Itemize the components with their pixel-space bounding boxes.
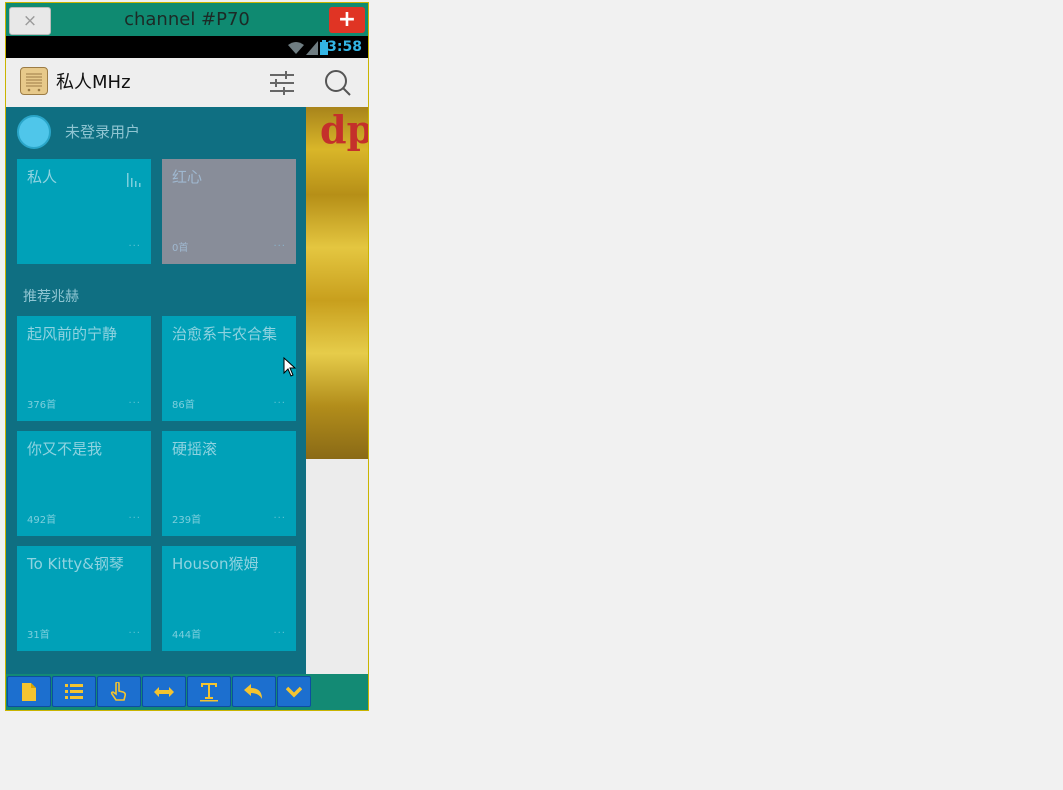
chevron-down-icon [286, 686, 302, 697]
channel-tile-private[interactable]: 私人 ··· [17, 159, 151, 264]
tile-title: Houson猴姆 [172, 555, 259, 573]
expand-button[interactable] [277, 676, 311, 707]
add-button[interactable]: + [329, 7, 365, 33]
status-time: 3:58 [327, 39, 362, 55]
signal-icon [306, 41, 318, 55]
more-icon[interactable]: ··· [128, 398, 141, 409]
more-icon[interactable]: ··· [273, 628, 286, 639]
tile-title: 治愈系卡农合集 [172, 325, 278, 343]
emulator-window: × channel #P70 + 3:58 私人MHz dp 未登录用户 私人 … [5, 2, 369, 711]
file-button[interactable] [7, 676, 51, 707]
navigation-drawer: 未登录用户 私人 ··· 红心 0首 ··· 推荐兆赫 起风前的宁静 376首 … [6, 107, 306, 674]
wifi-icon [288, 42, 304, 54]
equalizer-icon [127, 173, 141, 187]
window-title-bar: × channel #P70 + [6, 3, 368, 36]
tile-title: 红心 [172, 168, 203, 186]
mouse-cursor-icon [283, 357, 297, 377]
avatar[interactable] [17, 115, 51, 149]
tile-count: 444首 [172, 630, 202, 641]
channel-tile[interactable]: 治愈系卡农合集 86首 ··· [162, 316, 296, 421]
more-icon[interactable]: ··· [273, 398, 286, 409]
background-content-image: dp [306, 107, 368, 459]
touch-button[interactable] [97, 676, 141, 707]
search-icon[interactable] [324, 69, 352, 97]
app-title: 私人MHz [56, 72, 131, 93]
channel-tile[interactable]: To Kitty&钢琴 31首 ··· [17, 546, 151, 651]
swap-horizontal-button[interactable] [142, 676, 186, 707]
tile-count: 492首 [27, 515, 57, 526]
tile-count: 376首 [27, 400, 57, 411]
channel-tile[interactable]: 硬摇滚 239首 ··· [162, 431, 296, 536]
brand-logo-icon: dp [320, 107, 368, 152]
tile-title: 你又不是我 [27, 440, 103, 458]
undo-button[interactable] [232, 676, 276, 707]
text-button[interactable] [187, 676, 231, 707]
tile-count: 239首 [172, 515, 202, 526]
tile-count: 86首 [172, 400, 195, 411]
channel-tile[interactable]: 你又不是我 492首 ··· [17, 431, 151, 536]
radio-logo-icon[interactable] [20, 67, 48, 95]
channel-tile[interactable]: Houson猴姆 444首 ··· [162, 546, 296, 651]
tile-count: 31首 [27, 630, 50, 641]
undo-icon [244, 683, 262, 699]
more-icon[interactable]: ··· [128, 241, 141, 252]
tile-count: 0首 [172, 243, 189, 254]
touch-icon [110, 681, 127, 701]
tile-title: 起风前的宁静 [27, 325, 118, 343]
more-icon[interactable]: ··· [128, 628, 141, 639]
swap-horizontal-icon [154, 686, 174, 697]
status-bar: 3:58 [6, 36, 368, 58]
section-title: 推荐兆赫 [23, 289, 79, 305]
tile-title: 私人 [27, 168, 58, 186]
list-button[interactable] [52, 676, 96, 707]
list-icon [65, 683, 83, 699]
user-name[interactable]: 未登录用户 [65, 119, 140, 145]
tile-title: 硬摇滚 [172, 440, 218, 458]
file-icon [22, 682, 36, 701]
channel-tile[interactable]: 起风前的宁静 376首 ··· [17, 316, 151, 421]
channel-tile-favorites[interactable]: 红心 0首 ··· [162, 159, 296, 264]
window-title: channel #P70 [124, 9, 250, 30]
emulator-toolbar [6, 674, 368, 710]
close-button[interactable]: × [9, 7, 51, 35]
more-icon[interactable]: ··· [273, 241, 286, 252]
filter-sliders-icon[interactable] [268, 70, 296, 96]
tile-title: To Kitty&钢琴 [27, 555, 124, 573]
more-icon[interactable]: ··· [273, 513, 286, 524]
more-icon[interactable]: ··· [128, 513, 141, 524]
text-icon [200, 682, 218, 701]
app-bar: 私人MHz [6, 58, 368, 108]
